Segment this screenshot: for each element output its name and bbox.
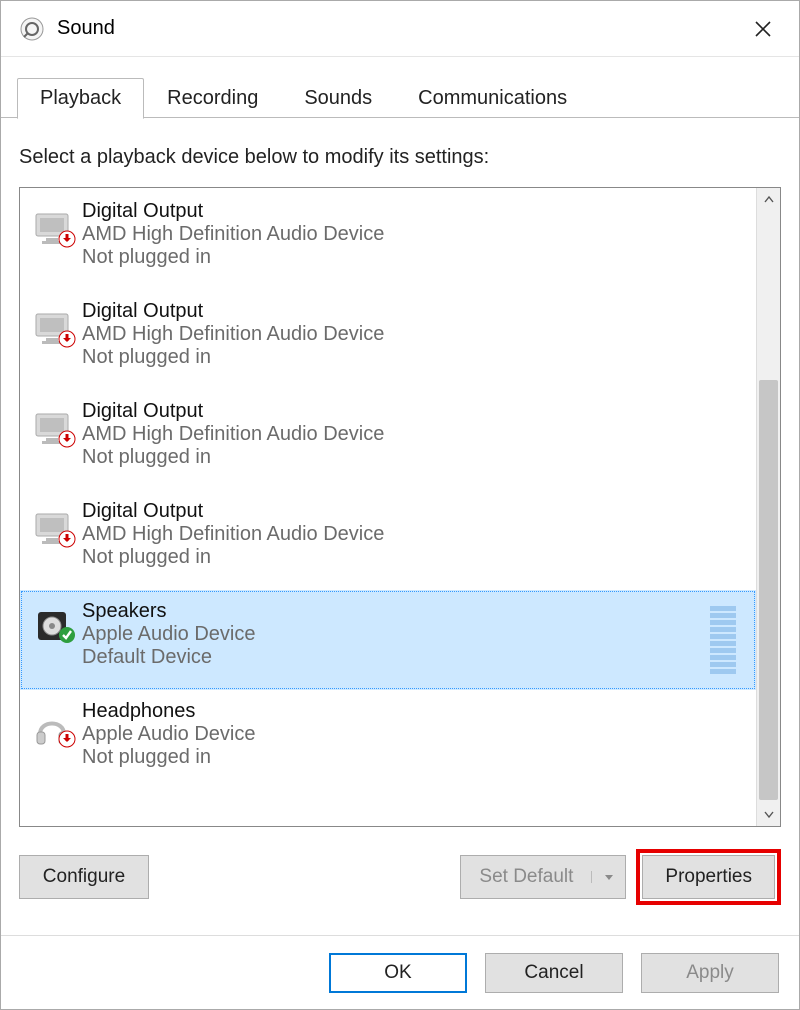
scrollbar[interactable]	[756, 188, 780, 826]
set-default-label: Set Default	[461, 866, 591, 888]
close-button[interactable]	[743, 9, 783, 49]
unplugged-badge-icon	[58, 530, 76, 548]
apply-label: Apply	[686, 962, 734, 984]
monitor-icon	[22, 198, 82, 248]
scroll-track[interactable]	[757, 212, 780, 802]
monitor-icon	[22, 398, 82, 448]
action-button-row: Configure Set Default Properties	[19, 849, 781, 905]
device-status: Not plugged in	[82, 546, 746, 569]
device-description: AMD High Definition Audio Device	[82, 323, 746, 346]
device-text: Digital OutputAMD High Definition Audio …	[82, 498, 746, 569]
device-status: Not plugged in	[82, 346, 746, 369]
tab-communications[interactable]: Communications	[395, 78, 590, 119]
device-status: Not plugged in	[82, 446, 746, 469]
speaker-icon	[22, 598, 82, 644]
unplugged-badge-icon	[58, 730, 76, 748]
check-badge-icon	[58, 626, 76, 644]
device-text: Digital OutputAMD High Definition Audio …	[82, 198, 746, 269]
device-name: Speakers	[82, 600, 710, 623]
device-name: Digital Output	[82, 500, 746, 523]
window-title: Sound	[57, 17, 743, 40]
scroll-down-button[interactable]	[757, 802, 780, 826]
device-item[interactable]: Digital OutputAMD High Definition Audio …	[20, 390, 756, 490]
device-name: Headphones	[82, 700, 746, 723]
titlebar: Sound	[1, 1, 799, 57]
device-text: Digital OutputAMD High Definition Audio …	[82, 298, 746, 369]
device-name: Digital Output	[82, 200, 746, 223]
device-description: Apple Audio Device	[82, 723, 746, 746]
device-status: Default Device	[82, 646, 710, 669]
device-text: Digital OutputAMD High Definition Audio …	[82, 398, 746, 469]
device-item[interactable]: HeadphonesApple Audio DeviceNot plugged …	[20, 690, 756, 790]
device-description: AMD High Definition Audio Device	[82, 223, 746, 246]
set-default-button[interactable]: Set Default	[460, 855, 626, 899]
device-item[interactable]: Digital OutputAMD High Definition Audio …	[20, 290, 756, 390]
configure-label: Configure	[43, 866, 125, 888]
properties-highlight: Properties	[636, 849, 781, 905]
device-item[interactable]: Digital OutputAMD High Definition Audio …	[20, 190, 756, 290]
tab-playback-content: Select a playback device below to modify…	[1, 118, 799, 935]
device-item[interactable]: SpeakersApple Audio DeviceDefault Device	[20, 590, 756, 690]
cancel-button[interactable]: Cancel	[485, 953, 623, 993]
unplugged-badge-icon	[58, 230, 76, 248]
apply-button[interactable]: Apply	[641, 953, 779, 993]
ok-button[interactable]: OK	[329, 953, 467, 993]
headphones-icon	[22, 698, 82, 748]
sound-icon	[19, 16, 45, 42]
device-description: Apple Audio Device	[82, 623, 710, 646]
set-default-dropdown[interactable]	[591, 871, 625, 883]
device-name: Digital Output	[82, 300, 746, 323]
monitor-icon	[22, 498, 82, 548]
device-text: HeadphonesApple Audio DeviceNot plugged …	[82, 698, 746, 769]
device-name: Digital Output	[82, 400, 746, 423]
dialog-button-row: OK Cancel Apply	[1, 935, 799, 1009]
instruction-text: Select a playback device below to modify…	[19, 146, 781, 169]
tab-recording[interactable]: Recording	[144, 78, 281, 119]
scroll-up-button[interactable]	[757, 188, 780, 212]
scroll-thumb[interactable]	[759, 380, 778, 800]
tab-strip: PlaybackRecordingSoundsCommunications	[1, 57, 799, 118]
configure-button[interactable]: Configure	[19, 855, 149, 899]
properties-label: Properties	[665, 866, 752, 888]
device-text: SpeakersApple Audio DeviceDefault Device	[82, 598, 710, 669]
tab-playback[interactable]: Playback	[17, 78, 144, 119]
sound-dialog: Sound PlaybackRecordingSoundsCommunicati…	[0, 0, 800, 1010]
device-item[interactable]: Digital OutputAMD High Definition Audio …	[20, 490, 756, 590]
device-description: AMD High Definition Audio Device	[82, 523, 746, 546]
cancel-label: Cancel	[524, 962, 583, 984]
properties-button[interactable]: Properties	[642, 855, 775, 899]
ok-label: OK	[384, 962, 411, 984]
unplugged-badge-icon	[58, 430, 76, 448]
device-status: Not plugged in	[82, 746, 746, 769]
dialog-body: PlaybackRecordingSoundsCommunications Se…	[1, 57, 799, 1009]
device-status: Not plugged in	[82, 246, 746, 269]
level-meter-icon	[710, 598, 746, 682]
device-list-container: Digital OutputAMD High Definition Audio …	[19, 187, 781, 827]
device-list[interactable]: Digital OutputAMD High Definition Audio …	[20, 188, 756, 826]
tab-sounds[interactable]: Sounds	[281, 78, 395, 119]
monitor-icon	[22, 298, 82, 348]
device-description: AMD High Definition Audio Device	[82, 423, 746, 446]
unplugged-badge-icon	[58, 330, 76, 348]
